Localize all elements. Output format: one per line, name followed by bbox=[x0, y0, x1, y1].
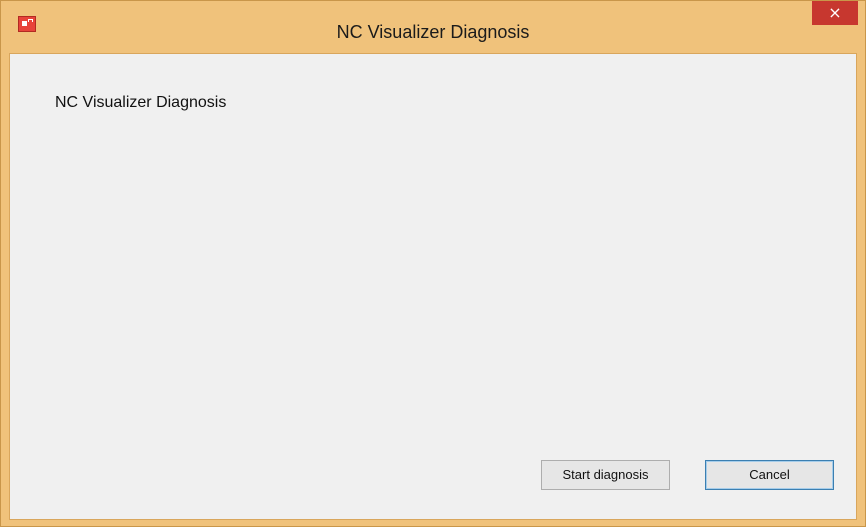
dialog-content: NC Visualizer Diagnosis Start diagnosis … bbox=[9, 53, 857, 520]
start-diagnosis-button[interactable]: Start diagnosis bbox=[541, 460, 670, 490]
close-button[interactable]: × bbox=[812, 1, 858, 25]
cancel-button[interactable]: Cancel bbox=[705, 460, 834, 490]
close-icon: × bbox=[828, 3, 842, 22]
title-bar[interactable]: NC Visualizer Diagnosis × bbox=[1, 1, 865, 53]
page-title: NC Visualizer Diagnosis bbox=[55, 94, 227, 111]
window-title: NC Visualizer Diagnosis bbox=[336, 22, 530, 42]
dialog-window: NC Visualizer Diagnosis × NC Visualizer … bbox=[0, 0, 866, 527]
